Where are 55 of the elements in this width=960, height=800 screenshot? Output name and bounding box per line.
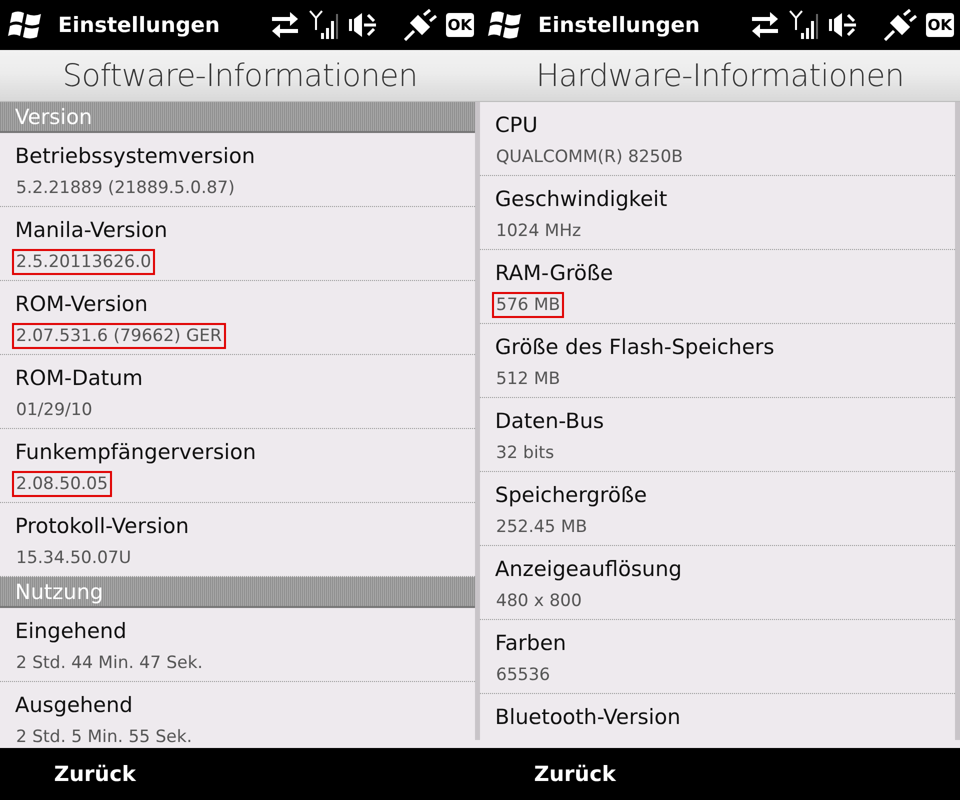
- signal-icon: [788, 9, 820, 41]
- info-value: 32 bits: [495, 442, 556, 465]
- signal-icon: [308, 9, 340, 41]
- section-header: Version: [0, 102, 475, 133]
- info-label: Manila-Version: [15, 217, 168, 243]
- info-value: 2.5.20113626.0: [12, 249, 156, 275]
- speaker-icon: [348, 10, 378, 40]
- info-label: Anzeigeauflösung: [495, 556, 682, 582]
- sync-arrows-icon: [750, 11, 780, 39]
- info-label: Funkempfängerversion: [15, 439, 256, 465]
- info-value: 512 MB: [495, 368, 562, 391]
- info-label: Betriebssystemversion: [15, 143, 256, 169]
- info-value: 480 x 800: [495, 590, 583, 613]
- info-value: 1024 MHz: [495, 220, 582, 243]
- windows-logo-icon[interactable]: [488, 10, 524, 40]
- info-label: Speichergröße: [495, 482, 647, 508]
- back-softkey[interactable]: Zurück: [54, 762, 136, 786]
- info-value: 01/29/10: [15, 399, 94, 422]
- page-title: Software-Informationen: [62, 58, 418, 94]
- info-label: Daten-Bus: [495, 408, 604, 434]
- info-label: RAM-Größe: [495, 260, 614, 286]
- info-label: Protokoll-Version: [15, 513, 189, 539]
- info-value: 2 Std. 5 Min. 55 Sek.: [15, 726, 194, 748]
- scrollbar[interactable]: [955, 102, 960, 740]
- info-value: 252.45 MB: [495, 516, 588, 539]
- info-value: 5.2.21889 (21889.5.0.87): [15, 177, 236, 200]
- info-value: 15.34.50.07U: [15, 547, 132, 570]
- sync-arrows-icon: [270, 11, 300, 39]
- info-value: 2 Std. 44 Min. 47 Sek.: [15, 652, 204, 675]
- info-value: 2.07.531.6 (79662) GER: [12, 323, 226, 349]
- info-label: Ausgehend: [15, 692, 133, 718]
- back-softkey[interactable]: Zurück: [534, 762, 616, 786]
- section-header: Nutzung: [0, 577, 475, 608]
- page-title: Hardware-Informationen: [536, 58, 904, 94]
- info-label: Geschwindigkeit: [495, 186, 668, 212]
- scrollbar[interactable]: [475, 102, 480, 740]
- info-label: CPU: [495, 112, 538, 138]
- info-value: QUALCOMM(R) 8250B: [495, 146, 684, 169]
- app-title: Einstellungen: [58, 13, 221, 37]
- info-value: 65536: [495, 664, 552, 687]
- speaker-icon: [828, 10, 858, 40]
- info-label: Eingehend: [15, 618, 127, 644]
- info-value: 2.08.50.05: [12, 471, 112, 497]
- plug-icon: [404, 9, 438, 41]
- ok-button[interactable]: OK: [446, 13, 474, 37]
- ok-button[interactable]: OK: [926, 13, 954, 37]
- info-value: 576 MB: [492, 292, 564, 318]
- plug-icon: [884, 9, 918, 41]
- windows-logo-icon[interactable]: [8, 10, 44, 40]
- info-label: ROM-Version: [15, 291, 148, 317]
- info-label: Bluetooth-Version: [495, 704, 681, 730]
- info-label: Farben: [495, 630, 566, 656]
- info-label: Größe des Flash-Speichers: [495, 334, 774, 360]
- app-title: Einstellungen: [538, 13, 701, 37]
- info-label: ROM-Datum: [15, 365, 143, 391]
